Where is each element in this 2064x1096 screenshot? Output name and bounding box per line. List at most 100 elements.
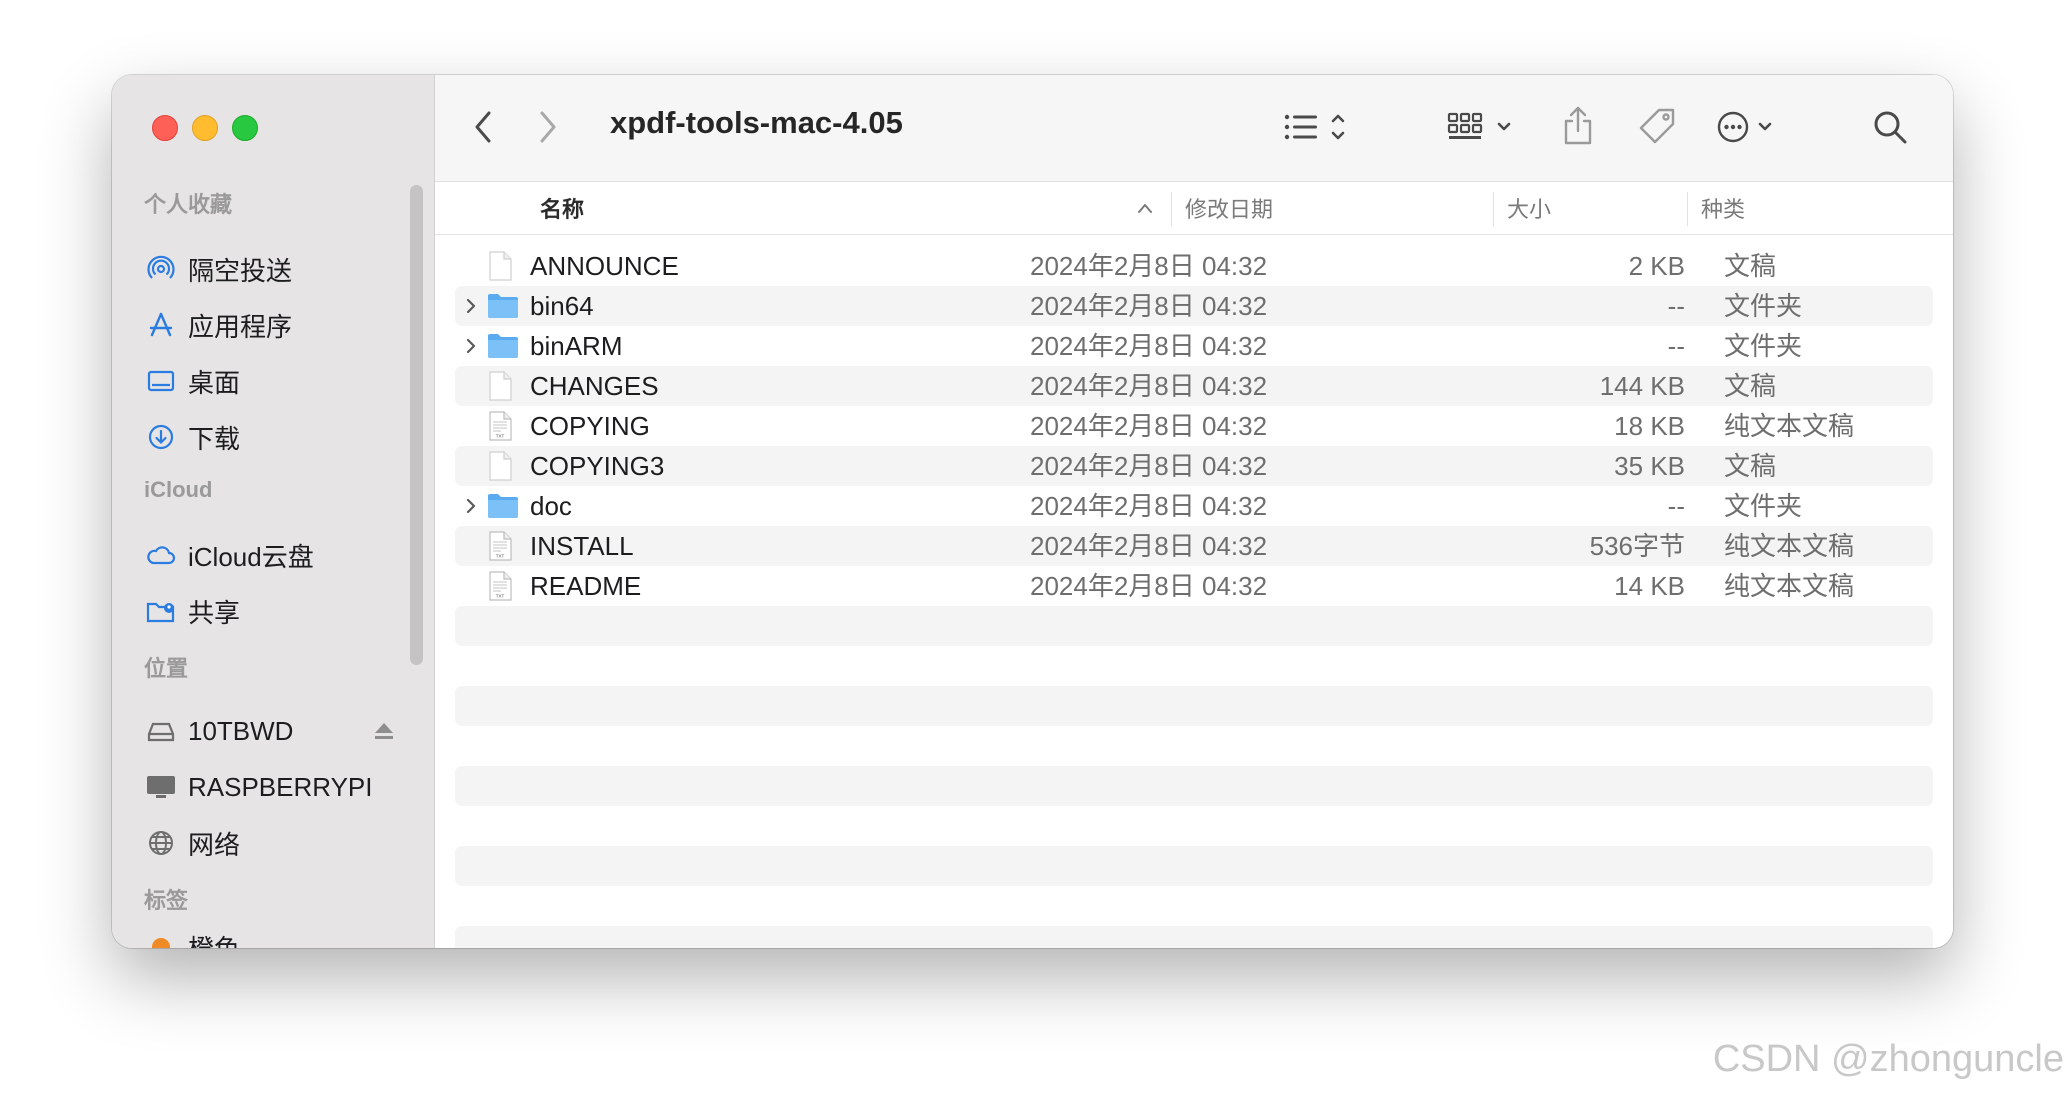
tag-button[interactable]: [1633, 101, 1681, 151]
file-name: ANNOUNCE: [530, 251, 679, 281]
svg-text:TXT: TXT: [496, 554, 505, 559]
globe-icon: [144, 826, 178, 860]
sidebar-item-downloads[interactable]: 下载: [144, 415, 414, 459]
forward-button[interactable]: [530, 105, 566, 149]
group-button[interactable]: [1445, 103, 1523, 151]
column-header-bar: 名称 修改日期 大小 种类: [435, 182, 1953, 235]
sidebar-item-shared[interactable]: 共享: [144, 589, 414, 633]
orange-tag-dot-icon: [144, 930, 178, 948]
column-separator[interactable]: [1493, 192, 1494, 226]
file-row[interactable]: bin64 2024年2月8日 04:32 -- 文件夹: [455, 286, 1933, 326]
file-size: --: [1667, 291, 1685, 321]
svg-text:TXT: TXT: [496, 594, 505, 599]
sidebar-item-label: iCloud云盘: [188, 541, 314, 572]
sidebar: 个人收藏 隔空投送 应用程序 桌面 下载 iCloud iCloud云盘 共享 …: [112, 75, 435, 948]
applications-icon: [144, 308, 178, 342]
file-kind: 纯文本文稿: [1724, 571, 1855, 601]
more-actions-button[interactable]: [1713, 103, 1793, 151]
file-row[interactable]: doc 2024年2月8日 04:32 -- 文件夹: [455, 486, 1933, 526]
file-row[interactable]: binARM 2024年2月8日 04:32 -- 文件夹: [455, 326, 1933, 366]
search-button[interactable]: [1868, 103, 1912, 151]
file-kind: 文件夹: [1724, 331, 1803, 361]
file-size: 144 KB: [1599, 371, 1685, 401]
minimize-window-button[interactable]: [192, 115, 218, 141]
file-size: 14 KB: [1614, 571, 1685, 601]
file-kind: 纯文本文稿: [1724, 411, 1855, 441]
file-name: INSTALL: [530, 531, 634, 561]
sidebar-item-airdrop[interactable]: 隔空投送: [144, 247, 414, 291]
empty-row: [455, 606, 1933, 646]
column-header-kind[interactable]: 种类: [1701, 182, 1745, 234]
eject-icon[interactable]: [370, 709, 398, 753]
column-header-size[interactable]: 大小: [1507, 182, 1551, 234]
sidebar-item-label: 下载: [188, 423, 241, 454]
sidebar-item-label: 网络: [188, 829, 241, 860]
file-row[interactable]: ANNOUNCE 2024年2月8日 04:32 2 KB 文稿: [455, 246, 1933, 286]
zoom-window-button[interactable]: [232, 115, 258, 141]
column-header-date-label: 修改日期: [1185, 197, 1274, 222]
file-size: 536字节: [1589, 531, 1685, 561]
column-header-name[interactable]: 名称: [540, 182, 584, 234]
file-size: --: [1667, 331, 1685, 361]
favorites-section-title: 个人收藏: [144, 192, 233, 217]
column-header-date[interactable]: 修改日期: [1185, 182, 1273, 234]
folder-icon: [487, 291, 519, 321]
file-row[interactable]: COPYING3 2024年2月8日 04:32 35 KB 文稿: [455, 446, 1933, 486]
document-icon: [487, 451, 519, 481]
column-header-kind-label: 种类: [1701, 197, 1746, 222]
file-name: COPYING3: [530, 451, 665, 481]
shared-folder-icon: [144, 594, 178, 628]
file-size: --: [1667, 491, 1685, 521]
sort-ascending-icon: [1135, 196, 1155, 220]
column-header-name-label: 名称: [540, 197, 585, 222]
file-row[interactable]: TXT README 2024年2月8日 04:32 14 KB 纯文本文稿: [455, 566, 1933, 606]
file-name: binARM: [530, 331, 623, 361]
sidebar-scrollbar[interactable]: [410, 185, 423, 665]
back-button[interactable]: [465, 105, 501, 149]
sidebar-item-label: 共享: [188, 597, 241, 628]
file-name: README: [530, 571, 642, 601]
chevron-right-icon: [540, 111, 556, 143]
file-kind: 文件夹: [1724, 291, 1803, 321]
file-row[interactable]: TXT COPYING 2024年2月8日 04:32 18 KB 纯文本文稿: [455, 406, 1933, 446]
folder-icon: [487, 491, 519, 521]
disclosure-chevron-icon[interactable]: [461, 494, 481, 518]
tags-section-title: 标签: [144, 888, 189, 913]
search-icon: [1874, 111, 1907, 144]
text-file-icon: TXT: [487, 411, 519, 441]
file-row[interactable]: TXT INSTALL 2024年2月8日 04:32 536字节 纯文本文稿: [455, 526, 1933, 566]
sidebar-item-desktop[interactable]: 桌面: [144, 359, 414, 403]
finder-window: 个人收藏 隔空投送 应用程序 桌面 下载 iCloud iCloud云盘 共享 …: [112, 75, 1953, 948]
file-size: 18 KB: [1614, 411, 1685, 441]
sidebar-item-tag-orange[interactable]: 橙色: [144, 925, 414, 948]
disclosure-chevron-icon[interactable]: [461, 334, 481, 358]
text-file-icon: TXT: [487, 531, 519, 561]
file-kind: 纯文本文稿: [1724, 531, 1855, 561]
downloads-icon: [144, 420, 178, 454]
file-name: COPYING: [530, 411, 650, 441]
list-view-icon: [1284, 114, 1345, 140]
desktop-icon: [144, 364, 178, 398]
locations-section-title: 位置: [144, 656, 189, 681]
grid-icon: [1447, 112, 1511, 139]
share-button[interactable]: [1556, 101, 1600, 151]
sidebar-item-label: 隔空投送: [188, 255, 293, 286]
file-row[interactable]: CHANGES 2024年2月8日 04:32 144 KB 文稿: [455, 366, 1933, 406]
sidebar-item-network[interactable]: 网络: [144, 821, 414, 865]
sidebar-item-10tbwd[interactable]: 10TBWD: [144, 709, 414, 753]
view-mode-button[interactable]: [1280, 103, 1360, 151]
sidebar-item-icloud-drive[interactable]: iCloud云盘: [144, 533, 414, 577]
sidebar-item-label: 10TBWD: [188, 715, 294, 746]
cloud-icon: [144, 538, 178, 572]
file-kind: 文稿: [1724, 451, 1777, 481]
column-separator[interactable]: [1171, 192, 1172, 226]
file-kind: 文稿: [1724, 371, 1777, 401]
sidebar-item-raspberrypi[interactable]: RASPBERRYPI: [144, 765, 414, 809]
column-header-size-label: 大小: [1507, 197, 1552, 222]
share-icon: [1564, 106, 1592, 145]
column-separator[interactable]: [1687, 192, 1688, 226]
disclosure-chevron-icon[interactable]: [461, 294, 481, 318]
sidebar-item-applications[interactable]: 应用程序: [144, 303, 414, 347]
close-window-button[interactable]: [152, 115, 178, 141]
empty-row: [455, 926, 1933, 948]
